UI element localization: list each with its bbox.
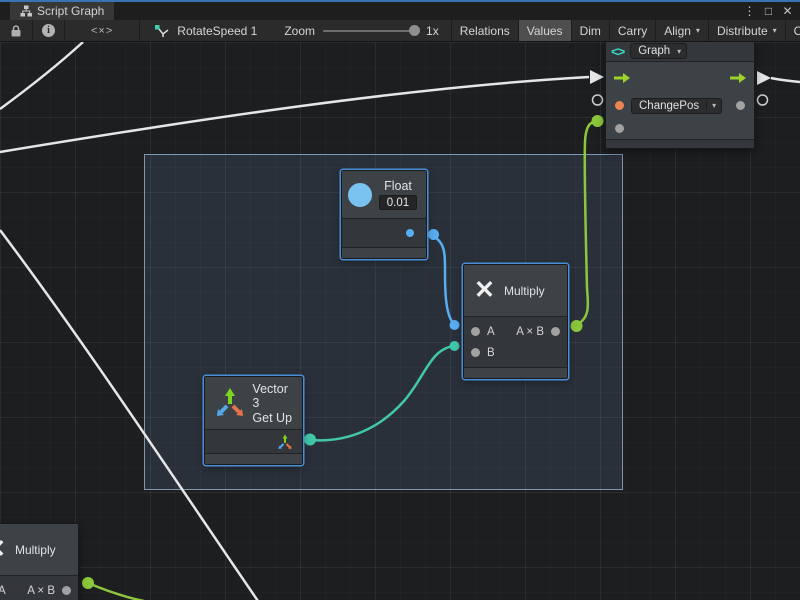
vector3-node-header[interactable]: Vector 3 Get Up [205, 377, 302, 430]
code-icon: <> [611, 44, 624, 59]
toolbar-button-carry[interactable]: Carry [609, 20, 655, 41]
graph-input-row [606, 118, 754, 139]
toolbar-button-overview[interactable]: Overview [785, 20, 800, 41]
vector3-node-body [205, 430, 302, 453]
port-a-label: A [0, 585, 6, 597]
state-graph-icon [154, 24, 170, 38]
multiply-node-footer [464, 367, 567, 378]
flow-out-arrow-icon[interactable] [729, 72, 747, 84]
port-out-label: A × B [27, 585, 55, 597]
maximize-icon[interactable]: □ [761, 4, 776, 18]
chevron-down-icon: ▾ [773, 26, 777, 35]
graph-toolbar: i <×> RotateSpeed 1 Zoom 1x Relations Va… [0, 20, 800, 42]
port-a-label: A [487, 326, 495, 338]
toolbar-button-dim[interactable]: Dim [571, 20, 609, 41]
float-out-port[interactable] [406, 229, 414, 237]
menu-dots-icon[interactable]: ⋮ [742, 4, 757, 18]
multiply2-ports: A A × B [0, 576, 78, 600]
chevron-down-icon: ▾ [677, 47, 686, 56]
vector3-node-title: Vector 3 [252, 382, 295, 410]
graph-tree-icon [20, 5, 32, 17]
port-out-label: A × B [516, 326, 544, 338]
zoom-slider[interactable] [323, 30, 418, 32]
multiply2-node-header[interactable]: ✕ Multiply [0, 524, 78, 576]
graph-node-header[interactable]: <> Graph ▾ [606, 41, 754, 62]
port-row-a: A A × B [464, 321, 567, 342]
info-icon: i [42, 24, 55, 37]
multiply-ports: A A × B B [464, 317, 567, 367]
float-type-icon [348, 183, 372, 207]
port-row-a: A A × B [0, 580, 78, 600]
code-xml-icon: <×> [91, 25, 113, 37]
zoom-label: Zoom [284, 24, 315, 38]
multiply-node-title: Multiply [504, 284, 545, 298]
node-float[interactable]: Float [341, 170, 427, 259]
zoom-slider-handle[interactable] [409, 25, 420, 36]
vector3-out-port-icon[interactable] [276, 434, 293, 450]
node-multiply-2[interactable]: ✕ Multiply A A × B [0, 523, 79, 600]
getup-node-title: Get Up [252, 411, 295, 425]
toolbar-button-distribute[interactable]: Distribute ▾ [708, 20, 785, 41]
chevron-down-icon: ▾ [696, 26, 700, 35]
float-node-footer [342, 247, 426, 258]
port-row-b: B [464, 342, 567, 363]
variable-dropdown[interactable]: ChangePos ▾ [631, 98, 722, 114]
variable-dropdown-value: ChangePos [632, 100, 706, 112]
graph-node-footer [606, 139, 754, 148]
multiply-node-header[interactable]: ✕ Multiply [464, 265, 567, 317]
lock-icon [9, 24, 23, 38]
button-label: Overview [794, 24, 800, 38]
close-icon[interactable]: ✕ [780, 4, 795, 18]
float-node-body [342, 219, 426, 247]
node-multiply[interactable]: ✕ Multiply A A × B B [463, 264, 568, 379]
button-label: Carry [618, 24, 647, 38]
port-out[interactable] [551, 327, 560, 336]
graph-dropdown[interactable]: Graph ▾ [630, 43, 687, 59]
tab-label: Script Graph [37, 4, 104, 18]
code-preview-button[interactable]: <×> [65, 20, 140, 41]
info-button[interactable]: i [33, 20, 65, 41]
tab-script-graph[interactable]: Script Graph [10, 2, 114, 20]
window-tab-bar: Script Graph ⋮ □ ✕ [0, 0, 800, 20]
chevron-down-icon: ▾ [706, 101, 721, 110]
variable-port[interactable] [615, 101, 624, 110]
graph-reference-label: RotateSpeed 1 [177, 24, 257, 38]
zoom-value: 1x [426, 24, 439, 38]
button-label: Values [527, 24, 563, 38]
button-label: Relations [460, 24, 510, 38]
toolbar-button-align[interactable]: Align ▾ [655, 20, 708, 41]
flow-in-arrow-icon[interactable] [613, 72, 631, 84]
vector3-node-footer [205, 453, 302, 464]
delta-port[interactable] [615, 124, 624, 133]
variable-out-port[interactable] [736, 101, 745, 110]
window-controls: ⋮ □ ✕ [742, 2, 800, 20]
float-value-input[interactable] [379, 195, 417, 210]
port-b-label: B [487, 347, 495, 359]
script-graph-window: <> Graph ▾ ChangePos ▾ [0, 0, 800, 600]
lock-button[interactable] [0, 20, 33, 41]
port-a[interactable] [471, 327, 480, 336]
graph-flow-row [606, 62, 754, 93]
port-out[interactable] [62, 586, 71, 595]
graph-reference-button[interactable]: RotateSpeed 1 [140, 20, 266, 41]
button-label: Distribute [717, 24, 768, 38]
button-label: Align [664, 24, 691, 38]
node-graph-container[interactable]: <> Graph ▾ ChangePos ▾ [605, 40, 755, 149]
float-node-title: Float [384, 179, 412, 193]
toolbar-button-relations[interactable]: Relations [451, 20, 518, 41]
graph-variable-row: ChangePos ▾ [606, 93, 754, 118]
multiply-icon: ✕ [474, 278, 495, 303]
port-b[interactable] [471, 348, 480, 357]
button-label: Dim [580, 24, 601, 38]
vector3-icon [212, 387, 245, 420]
zoom-control: Zoom 1x [266, 20, 450, 41]
toolbar-button-values[interactable]: Values [518, 20, 571, 41]
graph-dropdown-label: Graph [631, 45, 677, 57]
float-node-header[interactable]: Float [342, 171, 426, 219]
multiply2-node-title: Multiply [15, 543, 56, 557]
node-vector3-getup[interactable]: Vector 3 Get Up [204, 376, 303, 465]
multiply-icon: ✕ [0, 537, 6, 562]
